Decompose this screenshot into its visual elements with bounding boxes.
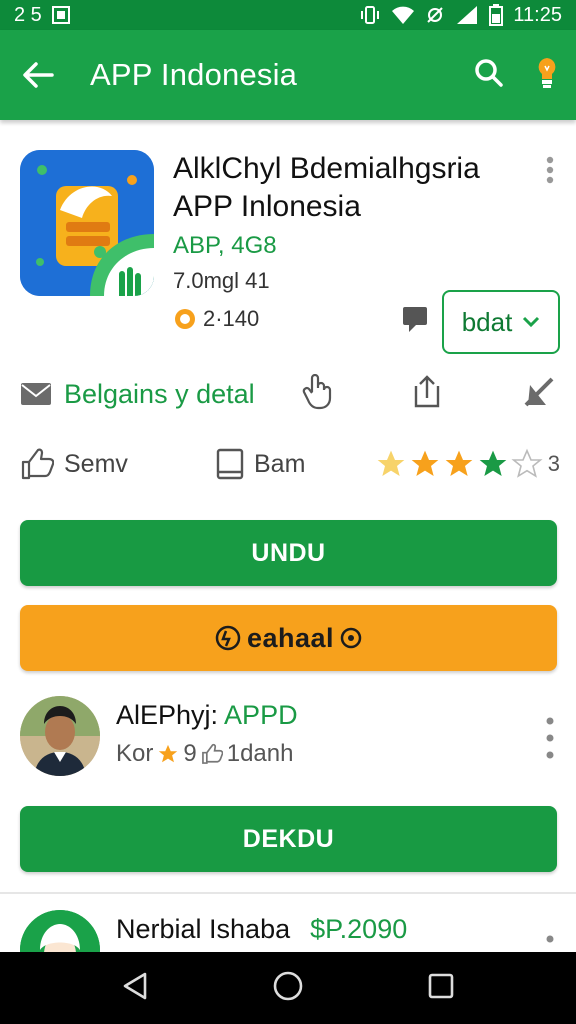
block-button[interactable] xyxy=(522,375,556,414)
nav-home-icon xyxy=(273,971,303,1000)
search-icon xyxy=(475,58,503,87)
avatar[interactable] xyxy=(20,910,100,952)
status-right: 11:25 xyxy=(359,4,562,27)
target-icon xyxy=(340,627,362,649)
reviewer-name: AlEPhyj: APPD xyxy=(116,700,298,731)
review-item: Nerbial Ishaba $P.2090 xyxy=(20,910,560,952)
chat-icon xyxy=(403,307,427,332)
status-left-text: 2 5 xyxy=(14,3,42,26)
details-label: Belgains y detal xyxy=(64,378,255,409)
thumbs-up-icon xyxy=(21,448,54,480)
tab-save[interactable]: Semv xyxy=(20,448,216,480)
nav-home-button[interactable] xyxy=(272,970,304,1007)
app-logo[interactable] xyxy=(20,150,154,296)
details-link[interactable]: Belgains y detal xyxy=(20,379,255,410)
app-category: ABP, 4G8 xyxy=(173,232,277,259)
rating-count-text: 2·140 xyxy=(203,306,260,331)
star-outline-icon xyxy=(511,448,543,478)
reviewer-name-text: Nerbial Ishaba xyxy=(116,914,291,944)
battery-icon xyxy=(489,4,504,26)
reviewer-name-text: AlEPhyj: xyxy=(116,700,219,730)
review-more-button[interactable] xyxy=(546,934,554,952)
install-dropdown[interactable]: bdat xyxy=(442,290,560,354)
status-bar: 2 5 11:25 xyxy=(0,0,576,30)
more-options-button[interactable] xyxy=(546,156,554,189)
star-icon xyxy=(479,450,507,476)
reviewer-tag: APPD xyxy=(224,700,298,730)
app-size: 7.0mgl 41 xyxy=(173,268,270,293)
primary-download-button[interactable]: UNDU xyxy=(20,520,557,586)
tab-row: Semv Bam 3 xyxy=(20,442,560,486)
block-icon xyxy=(524,377,554,406)
nav-recents-icon xyxy=(428,973,453,998)
reviewer-name: Nerbial Ishaba $P.2090 xyxy=(116,914,407,945)
star-icon xyxy=(411,450,439,476)
chevron-down-icon xyxy=(523,316,540,328)
back-arrow-icon xyxy=(23,62,54,88)
notification-icon xyxy=(51,6,70,24)
star-icon xyxy=(377,450,405,476)
app-info-card: AlklChyl Bdemialhgsria APP Inlonesia ABP… xyxy=(20,150,560,360)
nav-back-icon xyxy=(124,972,147,999)
review-item: AlEPhyj: APPD Kor 9 1danh xyxy=(20,696,560,786)
review-meta-rating: 9 xyxy=(183,740,197,767)
data-icon xyxy=(427,7,444,23)
power-icon xyxy=(215,625,241,651)
tab-ban[interactable]: Bam xyxy=(216,448,366,480)
rating-number: 3 xyxy=(547,451,560,476)
status-time: 11:25 xyxy=(513,3,562,26)
bulb-icon xyxy=(538,57,556,88)
mail-icon xyxy=(21,383,51,405)
navigation-bar xyxy=(0,952,576,1024)
reviewer-tag: $P.2090 xyxy=(310,914,408,944)
app-bar-actions xyxy=(474,56,558,95)
install-dropdown-label: bdat xyxy=(461,306,513,337)
signal-icon xyxy=(457,6,478,24)
primary-download-label: UNDU xyxy=(251,538,326,567)
action-icons xyxy=(302,373,556,415)
more-vertical-icon xyxy=(546,935,554,943)
review-meta-time: 1danh xyxy=(226,740,294,767)
action-row: Belgains y detal xyxy=(20,372,560,416)
status-left: 2 5 xyxy=(14,4,70,27)
avatar-image xyxy=(20,910,100,952)
review-meta: Kor 9 1danh xyxy=(116,740,293,768)
app-logo-graphic xyxy=(20,150,154,296)
app-bar-title: APP Indonesia xyxy=(90,57,298,92)
share-button[interactable] xyxy=(410,374,444,415)
secondary-action-label: eahaal xyxy=(246,622,335,653)
hand-pointer-icon xyxy=(302,373,332,409)
chat-button[interactable] xyxy=(400,304,430,339)
thumbs-up-icon xyxy=(201,743,223,764)
book-icon xyxy=(216,448,244,480)
star-rating[interactable]: 3 xyxy=(374,448,560,480)
tab-save-label: Semv xyxy=(64,449,128,478)
more-vertical-icon xyxy=(546,717,554,759)
divider xyxy=(0,892,576,894)
back-button[interactable] xyxy=(18,55,58,95)
review-more-button[interactable] xyxy=(546,716,554,765)
vibrate-icon xyxy=(361,6,380,24)
secondary-action-button[interactable]: eahaal xyxy=(20,605,557,671)
tab-ban-label: Bam xyxy=(254,449,306,478)
review-meta-prefix: Kor xyxy=(116,740,154,767)
more-vertical-icon xyxy=(546,156,554,184)
share-icon xyxy=(414,374,440,407)
app-title: AlklChyl Bdemialhgsria APP Inlonesia xyxy=(173,152,480,223)
avatar-image xyxy=(20,696,100,776)
wifi-icon xyxy=(392,6,415,24)
like-button[interactable] xyxy=(302,373,332,415)
tertiary-download-label: DEKDU xyxy=(242,824,335,853)
nav-back-button[interactable] xyxy=(121,971,149,1006)
rating-badge-icon xyxy=(175,309,195,329)
star-icon xyxy=(445,450,473,476)
nav-recents-button[interactable] xyxy=(427,972,455,1005)
star-icon xyxy=(159,744,178,763)
search-button[interactable] xyxy=(474,58,504,93)
bulb-button[interactable] xyxy=(536,56,558,95)
tertiary-download-button[interactable]: DEKDU xyxy=(20,806,557,872)
app-bar: APP Indonesia xyxy=(0,30,576,120)
avatar[interactable] xyxy=(20,696,100,776)
app-rating-count: 2·140 xyxy=(173,306,259,332)
